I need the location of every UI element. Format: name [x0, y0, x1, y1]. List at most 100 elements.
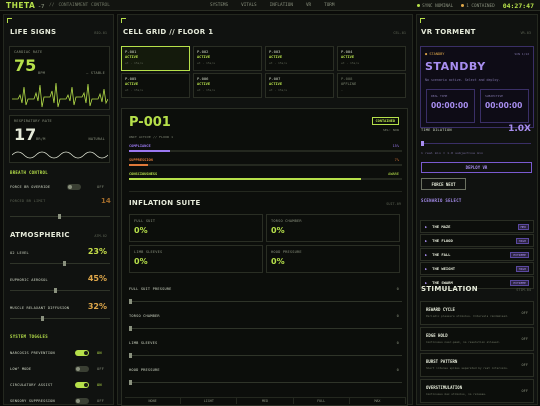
vr-torment-panel: VR TORMENT VR-03 ● STANDBY SCN 1/12 STAN… — [416, 14, 538, 405]
scenario-item[interactable]: ▶ THE MAZE MED — [420, 220, 534, 233]
nav-torm[interactable]: TORM — [324, 3, 334, 8]
stim-state: OFF — [521, 389, 529, 393]
inflation-card[interactable]: TORSO CHAMBER 0% — [266, 214, 400, 242]
cardiac-label: CARDIAC RATE — [14, 50, 43, 54]
forced-limit-slider[interactable] — [10, 214, 110, 219]
inflation-card-label: FULL SUIT — [134, 219, 156, 223]
stim-title: EDGE HOLD — [426, 333, 448, 338]
atmo-slider[interactable] — [10, 316, 110, 321]
preset-button[interactable]: FULL — [294, 398, 350, 404]
override-toggle[interactable] — [67, 184, 81, 190]
life-signs-panel: LIFE SIGNS BIO-01 CARDIAC RATE 75 BPM — … — [3, 14, 114, 405]
dilation-slider[interactable] — [421, 141, 531, 146]
toggle-state: ON — [97, 351, 102, 355]
difficulty-badge: MED — [517, 223, 529, 230]
cell-sub: wt · 15s/s — [125, 61, 144, 65]
stimulation-card[interactable]: EDGE HOLD Continuous near-peak, no resolu… — [420, 327, 534, 351]
preset-button[interactable]: MAX — [350, 398, 407, 404]
scenario-icon: ▶ — [425, 238, 428, 243]
vr-tag: VR-03 — [520, 31, 531, 35]
scenario-item[interactable]: ▶ THE FALL EXTREME — [420, 248, 534, 261]
main-nav: SYSTEMS VITALS INFLATION VR TORM — [210, 3, 334, 8]
stim-desc: Short intense spikes separated by rest i… — [426, 366, 509, 370]
unit-sub-right: SEL: NOW — [382, 128, 399, 132]
cell-grid-title: CELL GRID // FLOOR 1 — [123, 28, 214, 36]
cell-tile[interactable]: P-007 ACTIVE wt · 15s/s — [265, 73, 334, 98]
atmo-label: O2 LEVEL — [10, 251, 29, 255]
cell-sub: — — [341, 88, 343, 92]
scenario-select-title: SCENARIO SELECT — [421, 198, 462, 203]
pressure-label: LIMB SLEEVES — [129, 341, 158, 345]
toggle-label: LOW² MODE — [10, 367, 32, 371]
pressure-label: HOOD PRESSURE — [129, 368, 160, 372]
forced-limit-label: FORCED BR LIMIT — [10, 199, 46, 203]
pressure-value: 0 — [396, 287, 399, 291]
cell-tile[interactable]: P-008 OFFLINE — — [337, 73, 406, 98]
resp-value: 17 — [14, 125, 37, 144]
cell-tile[interactable]: P-002 ACTIVE wt · 15s/s — [193, 46, 262, 71]
force-next-button[interactable]: FORCE NEXT — [421, 178, 466, 190]
detail-bar-track — [129, 150, 402, 152]
nav-vitals[interactable]: VITALS — [241, 3, 257, 8]
sync-status: SYNC NOMINAL — [417, 3, 453, 9]
nav-systems[interactable]: SYSTEMS — [210, 3, 228, 8]
cell-id: P-003 — [269, 49, 281, 54]
inflation-card[interactable]: LIMB SLEEVES 0% — [129, 245, 263, 273]
cell-sub: wt · 15s/s — [341, 61, 360, 65]
cell-status: ACTIVE — [269, 55, 282, 59]
system-toggle[interactable] — [75, 382, 89, 388]
pressure-slider[interactable] — [129, 353, 402, 358]
stim-state: OFF — [521, 337, 529, 341]
cell-tile[interactable]: P-006 ACTIVE wt · 15s/s — [193, 73, 262, 98]
pressure-slider[interactable] — [129, 326, 402, 331]
stimulation-card[interactable]: REWARD CYCLE Periodic pleasure stimulus. … — [420, 301, 534, 325]
standby-card: ● STANDBY SCN 1/12 STANDBY No scenario a… — [420, 46, 534, 128]
preset-bar: NONE LIGHT MED FULL MAX — [125, 397, 407, 404]
stimulation-card[interactable]: BURST PATTERN Short intense spikes separa… — [420, 353, 534, 377]
preset-button[interactable]: NONE — [125, 398, 182, 404]
detail-bar-label: CONSCIOUSNESS — [129, 172, 158, 176]
difficulty-badge: HIGH — [515, 237, 529, 244]
atmo-slider[interactable] — [10, 288, 110, 293]
cell-status: ACTIVE — [197, 55, 210, 59]
forced-limit-value: 14 — [101, 197, 111, 205]
atmo-label: MUSCLE RELAXANT DIFFUSION — [10, 306, 70, 310]
preset-button[interactable]: MED — [237, 398, 294, 404]
system-toggle[interactable] — [75, 366, 89, 372]
pressure-slider[interactable] — [129, 299, 402, 304]
scenario-icon: ▶ — [425, 224, 428, 229]
cell-tile[interactable]: P-004 ACTIVE wt · 15s/s — [337, 46, 406, 71]
contained-badge: CONTAINED — [371, 117, 399, 125]
deploy-vr-button[interactable]: DEPLOY VR — [421, 162, 532, 173]
scenario-icon: ▶ — [425, 266, 428, 271]
pressure-slider[interactable] — [129, 380, 402, 385]
cell-grid-tag: CEL-01 — [393, 31, 406, 35]
status-area: SYNC NOMINAL 1 CONTAINED 04:27:47 — [417, 2, 534, 10]
atmo-value: 45% — [87, 274, 107, 283]
top-bar: THETA -7 // CONTAINMENT CONTROL SYSTEMS … — [0, 0, 540, 11]
pressure-value: 0 — [396, 368, 399, 372]
nav-vr[interactable]: VR — [306, 3, 311, 8]
system-toggle[interactable] — [75, 398, 89, 404]
inflation-card[interactable]: HOOD PRESSURE 0% — [266, 245, 400, 273]
atmo-value: 32% — [87, 302, 107, 311]
nav-inflation[interactable]: INFLATION — [270, 3, 293, 8]
system-toggle[interactable] — [75, 350, 89, 356]
inflation-card[interactable]: FULL SUIT 0% — [129, 214, 263, 242]
cell-tile[interactable]: P-001 ACTIVE wt · 15s/s — [121, 46, 190, 71]
stimulation-card[interactable]: OVERSTIMULATION Continuous max stimulus, … — [420, 379, 534, 403]
inflation-card-value: 0% — [134, 226, 148, 235]
scenario-item[interactable]: ▶ THE WEIGHT HIGH — [420, 262, 534, 275]
cell-tile[interactable]: P-003 ACTIVE wt · 15s/s — [265, 46, 334, 71]
cell-status: ACTIVE — [341, 55, 354, 59]
detail-bar-value: 15% — [392, 144, 400, 148]
detail-bar-track — [129, 164, 402, 166]
cell-tile[interactable]: P-005 ACTIVE wt · 15s/s — [121, 73, 190, 98]
respiratory-card: RESPIRATORY RATE 17 BR/M NATURAL — [9, 115, 110, 163]
toggle-label: CIRCULATORY ASSIST — [10, 383, 53, 387]
toggle-state: OFF — [97, 367, 105, 371]
atmo-slider[interactable] — [10, 261, 110, 266]
detail-bar-value: 7% — [394, 158, 399, 162]
scenario-item[interactable]: ▶ THE FLOOD HIGH — [420, 234, 534, 247]
preset-button[interactable]: LIGHT — [181, 398, 238, 404]
